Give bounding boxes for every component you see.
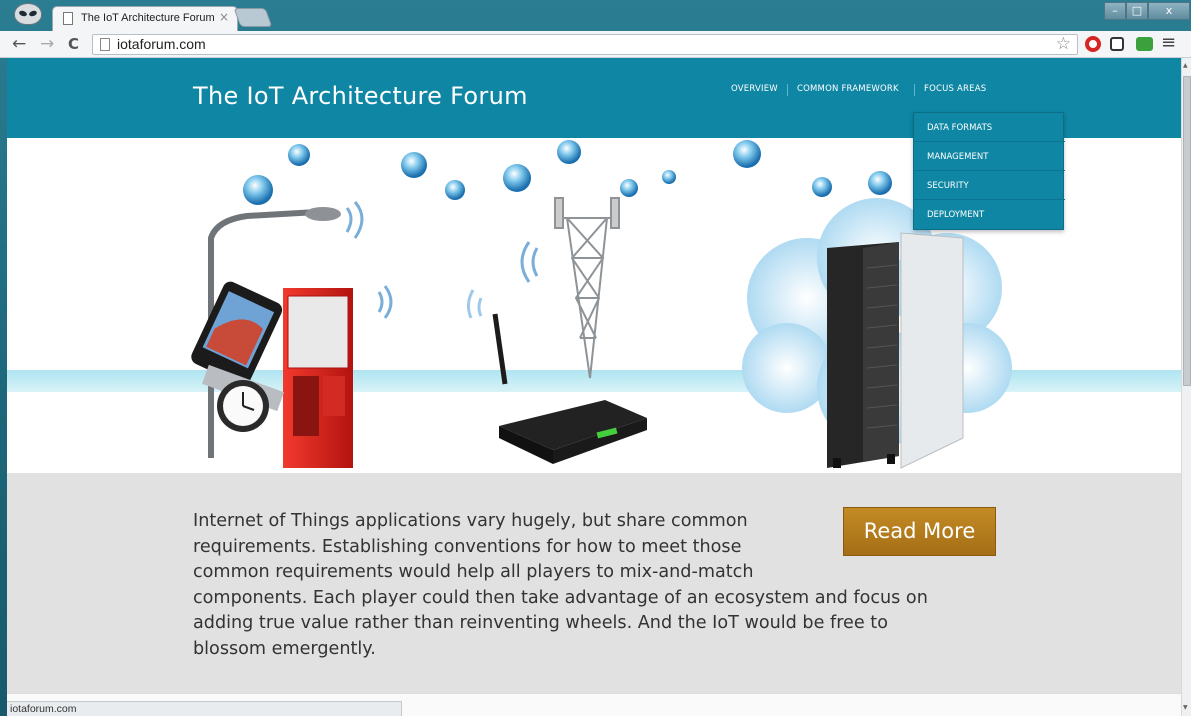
vertical-scrollbar[interactable]: ▲ ▼ <box>1181 58 1191 716</box>
tab-title: The IoT Architecture Forum <box>81 12 215 24</box>
extension-plug-icon[interactable] <box>1110 37 1124 51</box>
server-racks <box>827 232 964 469</box>
node-icon <box>733 140 761 168</box>
url-text: iotaforum.com <box>117 36 206 52</box>
nav-divider <box>787 84 788 96</box>
menu-item-data-formats[interactable]: DATA FORMATS <box>914 113 1065 142</box>
browser-toolbar: ← → C iotaforum.com ☆ ≡ <box>0 31 1191 58</box>
intro-line: components. Each player could then take … <box>193 587 928 608</box>
page-viewport: The IoT Architecture Forum OVERVIEW COMM… <box>7 58 1181 716</box>
intro-line: common requirements would help all playe… <box>193 562 754 582</box>
wifi-router <box>466 289 647 464</box>
nav-focus-areas[interactable]: FOCUS AREAS <box>924 84 986 94</box>
reload-button[interactable]: C <box>68 34 79 54</box>
node-icon <box>288 144 310 166</box>
browser-window: The IoT Architecture Forum × – □ x ← → C… <box>0 0 1191 716</box>
focus-areas-dropdown: DATA FORMATS MANAGEMENT SECURITY DEPLOYM… <box>913 112 1065 230</box>
address-bar[interactable]: iotaforum.com ☆ <box>92 34 1078 55</box>
node-icon <box>812 177 832 197</box>
vending-machine <box>283 285 393 468</box>
scroll-down-icon[interactable]: ▼ <box>1183 704 1188 711</box>
scroll-up-icon[interactable]: ▲ <box>1183 62 1188 69</box>
intro-section: Internet of Things applications vary hug… <box>7 473 1181 693</box>
nav-divider <box>914 84 915 96</box>
tab-close-icon[interactable]: × <box>219 10 229 24</box>
cell-tower <box>520 197 620 379</box>
profile-avatar-icon[interactable] <box>14 3 42 25</box>
intro-line: adding true value rather than reinventin… <box>193 613 888 633</box>
node-icon <box>868 171 892 195</box>
node-icon <box>662 170 676 184</box>
smartphone <box>191 281 283 386</box>
back-button[interactable]: ← <box>12 34 26 54</box>
network-node-icons <box>243 140 892 205</box>
intro-line: blossom emergently. <box>193 638 376 659</box>
close-window-button[interactable]: x <box>1148 2 1190 20</box>
node-icon <box>445 180 465 200</box>
menu-item-management[interactable]: MANAGEMENT <box>914 142 1065 171</box>
site-title[interactable]: The IoT Architecture Forum <box>193 82 528 110</box>
nav-overview[interactable]: OVERVIEW <box>731 84 778 94</box>
maximize-button[interactable]: □ <box>1126 2 1148 20</box>
minimize-button[interactable]: – <box>1104 2 1126 20</box>
opera-extension-icon[interactable] <box>1085 36 1101 52</box>
menu-item-security[interactable]: SECURITY <box>914 171 1065 200</box>
menu-item-deployment[interactable]: DEPLOYMENT <box>914 200 1065 229</box>
read-more-button[interactable]: Read More <box>843 507 996 556</box>
page-icon <box>63 12 73 25</box>
nav-common-framework[interactable]: COMMON FRAMEWORK <box>797 84 899 94</box>
node-icon <box>557 140 581 164</box>
status-bar: iotaforum.com <box>7 701 402 716</box>
menu-icon[interactable]: ≡ <box>1161 33 1176 53</box>
scroll-thumb[interactable] <box>1183 76 1191 386</box>
page-icon <box>100 38 110 51</box>
bookmark-star-icon[interactable]: ☆ <box>1056 34 1071 54</box>
forward-button[interactable]: → <box>40 34 54 54</box>
browser-tab[interactable]: The IoT Architecture Forum × <box>52 6 238 31</box>
extension-robot-icon[interactable] <box>1136 37 1153 51</box>
node-icon <box>401 152 427 178</box>
node-icon <box>620 179 638 197</box>
node-icon <box>243 175 273 205</box>
node-icon <box>503 164 531 192</box>
tab-strip: The IoT Architecture Forum × – □ x <box>0 0 1191 31</box>
new-tab-button[interactable] <box>233 8 273 27</box>
